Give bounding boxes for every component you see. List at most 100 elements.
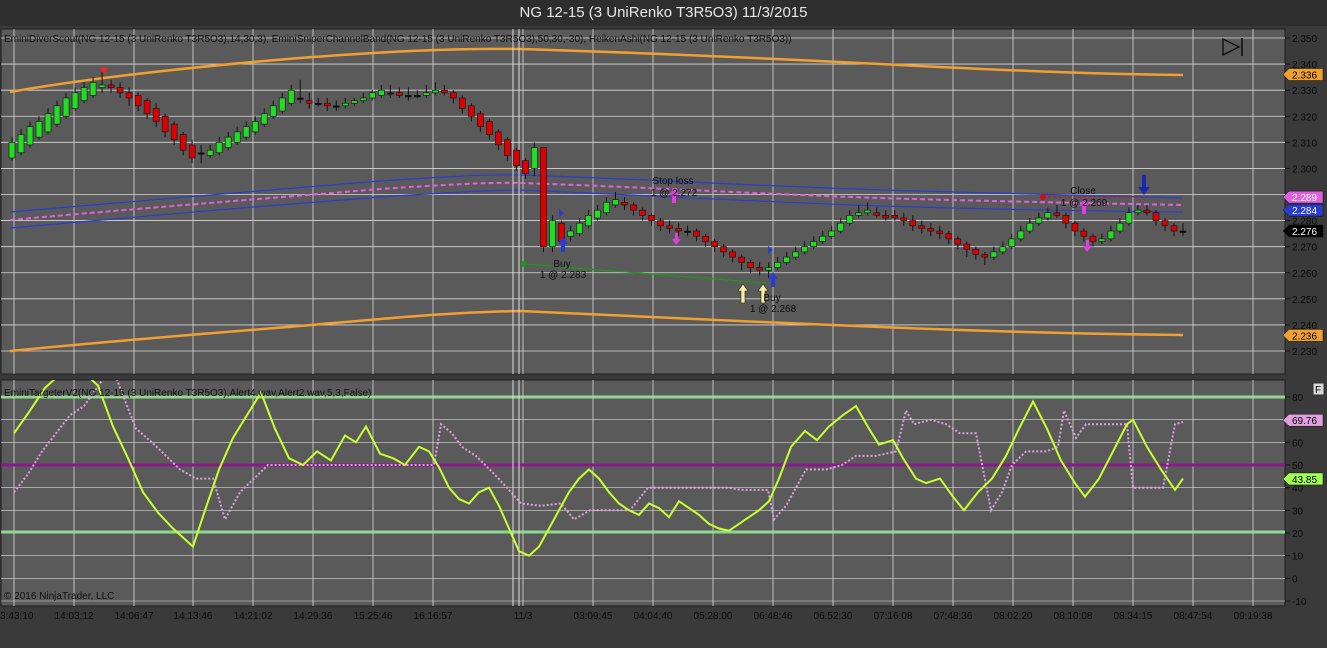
candle-body[interactable] [909,220,917,227]
candle-body[interactable] [945,233,953,240]
candle-body[interactable] [1107,230,1115,240]
candle-body[interactable] [594,209,601,219]
candle-body[interactable] [387,92,394,95]
candle-body[interactable] [224,136,232,148]
candle-body[interactable] [747,262,754,268]
candle-body[interactable] [486,121,493,135]
candle-body[interactable] [882,215,890,219]
candle-body[interactable] [71,92,79,109]
candle-body[interactable] [405,95,412,98]
candle-body[interactable] [143,100,151,114]
candle-body[interactable] [1152,212,1160,221]
candle-body[interactable] [927,228,935,232]
candle-body[interactable] [1035,217,1043,224]
candle-body[interactable] [891,215,899,219]
candle-body[interactable] [1071,222,1079,232]
candle-body[interactable] [1116,222,1124,232]
candle-body[interactable] [468,105,475,117]
candle-body[interactable] [323,102,331,107]
candle-body[interactable] [954,238,962,245]
candle-body[interactable] [576,222,583,234]
candle-body[interactable] [332,105,340,108]
candle-body[interactable] [423,92,430,96]
candle-body[interactable] [305,100,313,104]
candle-body[interactable] [152,108,160,122]
candle-body[interactable] [1089,235,1097,242]
candle-body[interactable] [80,87,88,101]
candle-body[interactable] [197,152,205,155]
candle-body[interactable] [774,262,781,268]
candle-body[interactable] [242,126,250,138]
candle-body[interactable] [657,220,664,227]
candle-body[interactable] [819,235,826,242]
candle-body[interactable] [783,256,790,263]
candle-body[interactable] [513,149,520,167]
candle-body[interactable] [981,254,989,258]
candle-body[interactable] [269,105,277,117]
candle-body[interactable] [522,160,529,174]
candle-body[interactable] [873,212,881,216]
candle-body[interactable] [810,241,817,247]
candle-body[interactable] [963,243,971,250]
candle-body[interactable] [369,92,376,99]
candle-body[interactable] [855,212,863,216]
candle-body[interactable] [675,228,682,232]
candle-body[interactable] [549,220,556,247]
candle-body[interactable] [89,82,97,96]
candle-body[interactable] [1143,209,1151,214]
candle-body[interactable] [999,246,1007,253]
candle-body[interactable] [260,113,268,125]
candle-body[interactable] [125,92,133,99]
candle-body[interactable] [864,209,872,214]
candle-body[interactable] [846,215,854,224]
candle-body[interactable] [1125,212,1133,224]
candle-body[interactable] [693,230,700,237]
candle-body[interactable] [8,142,16,159]
candle-body[interactable] [621,202,628,206]
candle-body[interactable] [98,84,106,88]
candle-body[interactable] [792,251,799,258]
candle-body[interactable] [729,251,736,258]
candle-body[interactable] [359,97,367,101]
candle-body[interactable] [972,248,980,255]
candle-body[interactable] [206,149,214,156]
candle-body[interactable] [711,241,718,247]
candle-body[interactable] [837,222,845,232]
candle-body[interactable] [188,144,196,159]
candle-body[interactable] [432,89,439,94]
candle-body[interactable] [1161,220,1169,227]
candle-body[interactable] [702,235,709,242]
candle-body[interactable] [1098,238,1106,242]
candle-body[interactable] [738,256,745,263]
candle-body[interactable] [314,102,322,106]
candle-body[interactable] [1179,230,1187,233]
candle-body[interactable] [1134,209,1142,214]
candle-body[interactable] [215,142,223,154]
candle-body[interactable] [170,123,178,141]
candle-body[interactable] [233,131,241,143]
candle-body[interactable] [26,126,34,146]
candle-body[interactable] [756,267,763,271]
candle-body[interactable] [179,134,187,151]
candle-body[interactable] [567,230,574,237]
candle-body[interactable] [1170,225,1178,232]
candle-body[interactable] [459,97,466,109]
candle-body[interactable] [287,89,295,104]
candle-body[interactable] [900,217,908,221]
candle-body[interactable] [684,230,691,233]
candle-body[interactable] [828,230,836,237]
candle-body[interactable] [936,230,944,234]
candle-body[interactable] [531,147,538,169]
candle-body[interactable] [414,95,421,98]
candle-body[interactable] [35,121,43,138]
panel-corner-button[interactable]: F [1312,382,1325,396]
candle-body[interactable] [296,97,304,100]
candle-body[interactable] [1044,212,1052,219]
chart-canvas[interactable]: Buy1 @ 2.283Stop loss1 @ 2.272Buy1 @ 2.2… [0,26,1327,648]
candle-body[interactable] [53,105,61,125]
candle-body[interactable] [801,246,808,253]
candle-body[interactable] [1008,238,1016,247]
candle-body[interactable] [990,251,998,258]
candle-body[interactable] [251,121,259,133]
candle-body[interactable] [540,147,547,247]
